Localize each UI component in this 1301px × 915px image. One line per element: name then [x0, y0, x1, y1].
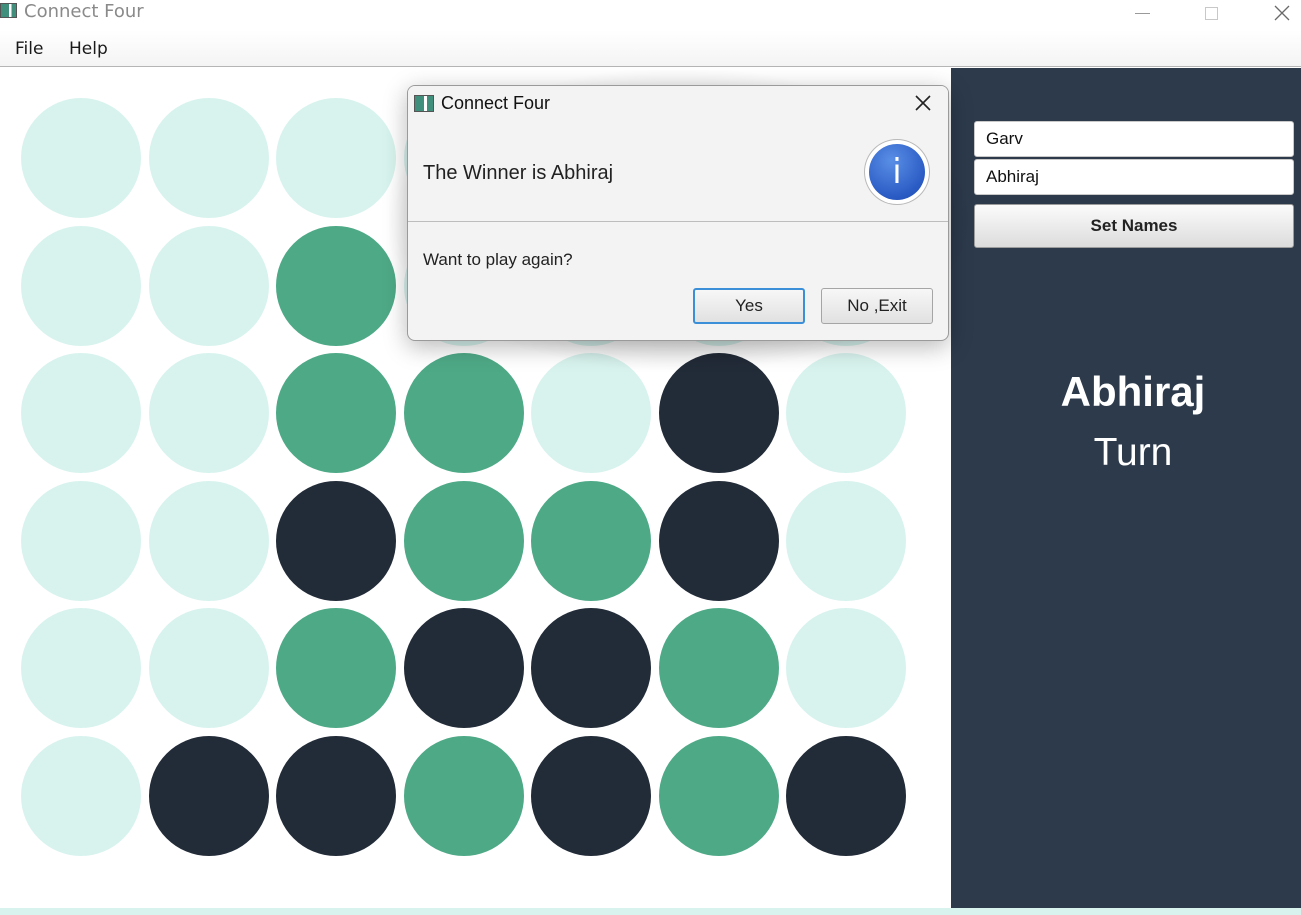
turn-label: Turn: [1093, 431, 1173, 474]
disc-r6-c1-empty[interactable]: [21, 736, 141, 856]
minimize-button[interactable]: [1119, 0, 1165, 26]
disc-r5-c3-green[interactable]: [276, 608, 396, 728]
no-exit-button[interactable]: No ,Exit: [821, 288, 933, 324]
disc-r6-c3-dark[interactable]: [276, 736, 396, 856]
info-icon: i: [865, 140, 929, 204]
disc-r5-c7-empty[interactable]: [786, 608, 906, 728]
disc-r5-c4-dark[interactable]: [404, 608, 524, 728]
disc-r2-c1-empty[interactable]: [21, 226, 141, 346]
dialog-title: Connect Four: [441, 93, 551, 113]
disc-r4-c4-green[interactable]: [404, 481, 524, 601]
current-player-label: Abhiraj: [1060, 368, 1206, 415]
bottom-strip: [0, 908, 1301, 915]
app-icon: [0, 3, 17, 18]
play-again-question: Want to play again?: [423, 250, 573, 269]
player1-name-field[interactable]: [974, 121, 1294, 157]
set-names-button[interactable]: Set Names: [974, 204, 1294, 248]
player2-name-field[interactable]: [974, 159, 1294, 195]
disc-r1-c1-empty[interactable]: [21, 98, 141, 218]
info-icon-glyph: i: [869, 144, 925, 200]
menu-bar: File Help: [0, 30, 1301, 67]
disc-r6-c4-green[interactable]: [404, 736, 524, 856]
disc-r3-c2-empty[interactable]: [149, 353, 269, 473]
app-window: Connect Four File Help Set Names Abhiraj…: [0, 0, 1301, 915]
disc-r1-c2-empty[interactable]: [149, 98, 269, 218]
disc-r4-c7-empty[interactable]: [786, 481, 906, 601]
disc-r6-c5-dark[interactable]: [531, 736, 651, 856]
disc-r6-c2-dark[interactable]: [149, 736, 269, 856]
disc-r5-c6-green[interactable]: [659, 608, 779, 728]
dialog-header: The Winner is Abhiraj i: [408, 120, 948, 222]
dialog-titlebar: Connect Four: [408, 86, 948, 120]
dialog-app-icon: [414, 95, 434, 112]
maximize-icon: [1204, 6, 1218, 20]
disc-r6-c6-green[interactable]: [659, 736, 779, 856]
disc-r3-c1-empty[interactable]: [21, 353, 141, 473]
menu-help[interactable]: Help: [69, 38, 108, 60]
minimize-icon: [1134, 12, 1150, 14]
dialog-close-button[interactable]: [906, 90, 940, 116]
maximize-button[interactable]: [1188, 0, 1234, 26]
disc-r2-c3-green[interactable]: [276, 226, 396, 346]
menu-file[interactable]: File: [15, 38, 43, 60]
window-title: Connect Four: [24, 1, 144, 22]
disc-r3-c5-empty[interactable]: [531, 353, 651, 473]
winner-message: The Winner is Abhiraj: [423, 162, 614, 184]
disc-r4-c1-empty[interactable]: [21, 481, 141, 601]
disc-r4-c5-green[interactable]: [531, 481, 651, 601]
disc-r6-c7-dark[interactable]: [786, 736, 906, 856]
winner-dialog: Connect Four The Winner is Abhiraj i Wan…: [407, 85, 949, 341]
disc-r3-c3-green[interactable]: [276, 353, 396, 473]
side-panel: Set Names Abhiraj Turn: [951, 68, 1301, 908]
close-icon: [1274, 5, 1290, 21]
disc-r1-c3-empty[interactable]: [276, 98, 396, 218]
disc-r5-c5-dark[interactable]: [531, 608, 651, 728]
disc-r3-c6-dark[interactable]: [659, 353, 779, 473]
disc-r5-c1-empty[interactable]: [21, 608, 141, 728]
close-icon: [915, 95, 931, 111]
yes-button[interactable]: Yes: [693, 288, 805, 324]
disc-r3-c4-green[interactable]: [404, 353, 524, 473]
disc-r4-c2-empty[interactable]: [149, 481, 269, 601]
close-window-button[interactable]: [1259, 0, 1301, 26]
disc-r4-c6-dark[interactable]: [659, 481, 779, 601]
disc-r2-c2-empty[interactable]: [149, 226, 269, 346]
disc-r3-c7-empty[interactable]: [786, 353, 906, 473]
window-titlebar: Connect Four: [0, 0, 1301, 28]
disc-r4-c3-dark[interactable]: [276, 481, 396, 601]
disc-r5-c2-empty[interactable]: [149, 608, 269, 728]
